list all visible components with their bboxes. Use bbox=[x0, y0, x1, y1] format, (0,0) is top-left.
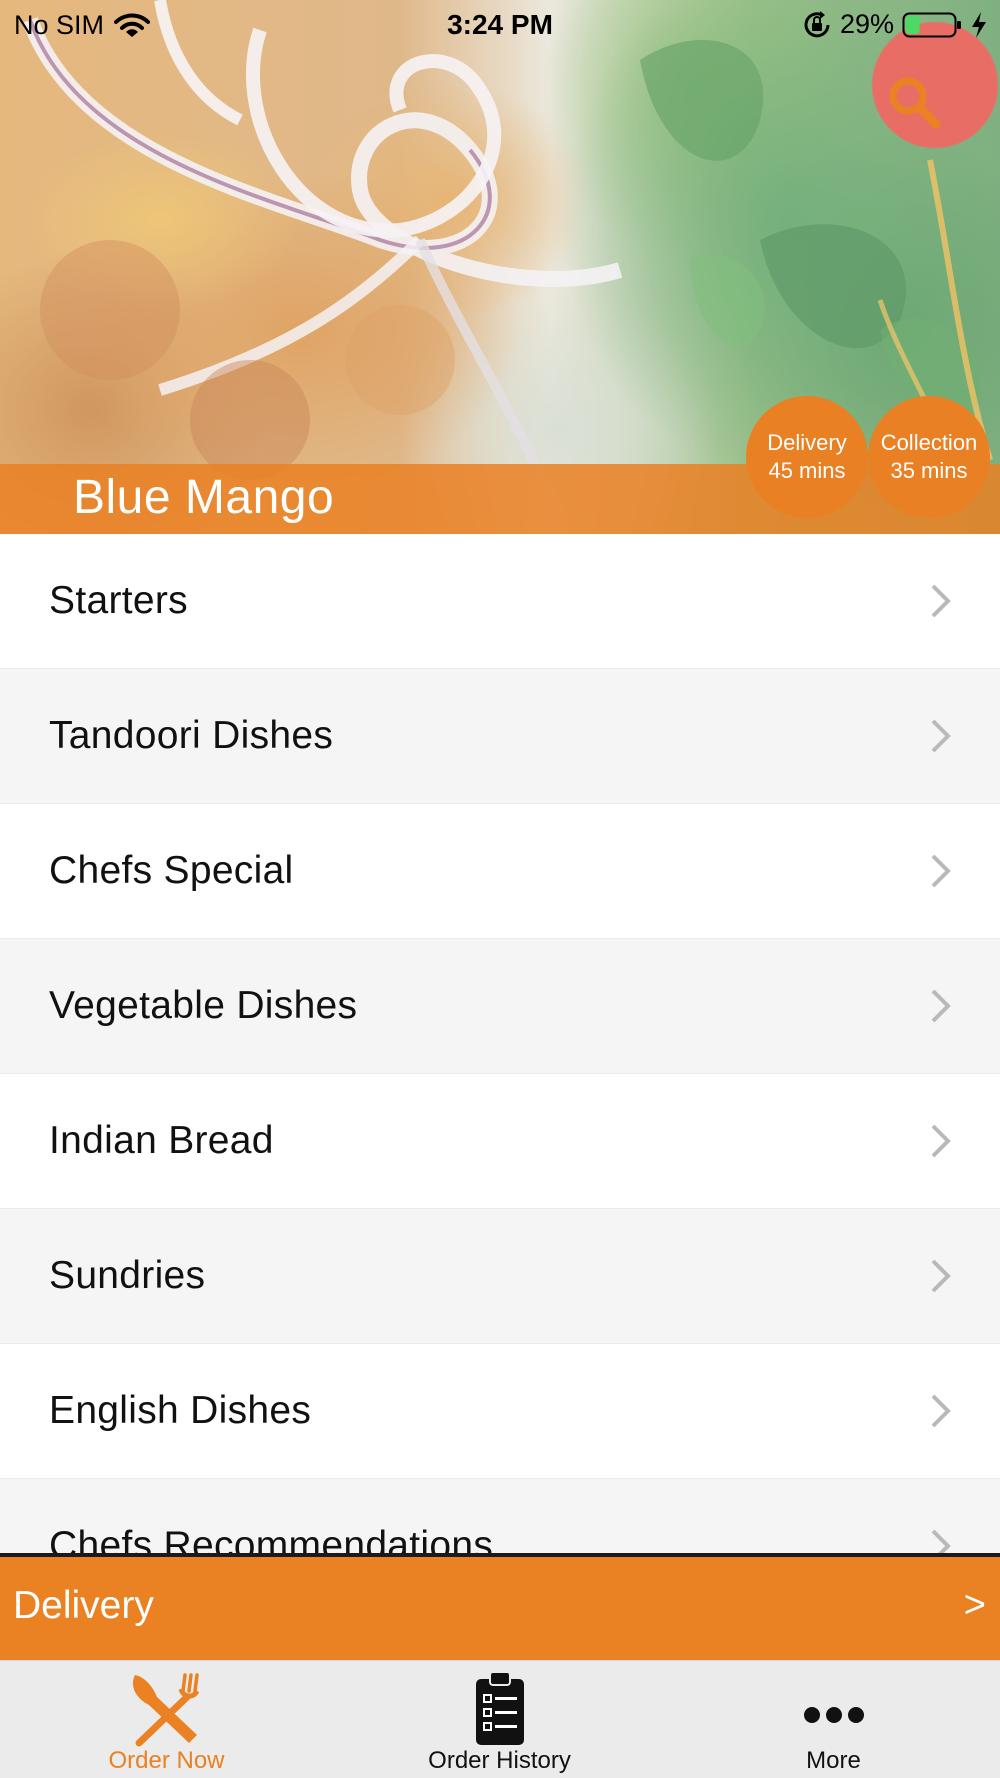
order-mode-label: Delivery bbox=[13, 1584, 154, 1627]
restaurant-name: Blue Mango bbox=[73, 471, 335, 524]
menu-item-label: Chefs Special bbox=[49, 849, 294, 892]
tab-label: Order History bbox=[428, 1747, 571, 1774]
delivery-time: 45 mins bbox=[768, 458, 846, 483]
bolt-icon bbox=[970, 11, 988, 39]
menu-item-label: Indian Bread bbox=[49, 1119, 274, 1162]
lock-rotation-icon bbox=[802, 10, 832, 40]
tab-label: Order Now bbox=[108, 1747, 225, 1774]
menu-item-chefs-recommendations[interactable]: Chefs Recommendations bbox=[0, 1479, 1000, 1553]
collection-time-badge: Collection 35 mins bbox=[868, 396, 990, 518]
tab-more[interactable]: More bbox=[667, 1661, 1000, 1778]
menu-item-vegetable-dishes[interactable]: Vegetable Dishes bbox=[0, 939, 1000, 1074]
menu-item-label: Starters bbox=[49, 579, 188, 622]
search-icon bbox=[889, 77, 941, 129]
delivery-time-badge: Delivery 45 mins bbox=[746, 396, 868, 518]
chevron-right-icon bbox=[931, 1259, 951, 1293]
menu-item-english-dishes[interactable]: English Dishes bbox=[0, 1344, 1000, 1479]
menu-item-indian-bread[interactable]: Indian Bread bbox=[0, 1074, 1000, 1209]
battery-icon bbox=[902, 10, 962, 40]
chevron-right-icon bbox=[931, 1394, 951, 1428]
menu-item-label: Sundries bbox=[49, 1254, 206, 1297]
status-bar: No SIM 3:24 PM 29% bbox=[0, 0, 1000, 50]
chevron-right-icon bbox=[931, 719, 951, 753]
menu-item-starters[interactable]: Starters bbox=[0, 534, 1000, 669]
clipboard-list-icon bbox=[475, 1671, 524, 1745]
menu-item-label: Tandoori Dishes bbox=[49, 714, 334, 757]
tab-bar: Order Now Order History More bbox=[0, 1660, 1000, 1778]
tab-order-history[interactable]: Order History bbox=[333, 1661, 666, 1778]
chevron-right-icon bbox=[931, 854, 951, 888]
chevron-right-icon bbox=[931, 1124, 951, 1158]
chevron-right-icon bbox=[931, 989, 951, 1023]
tab-label: More bbox=[806, 1747, 861, 1774]
order-mode-bar[interactable]: Delivery > bbox=[0, 1557, 1000, 1660]
menu-category-list[interactable]: Starters Tandoori Dishes Chefs Special V… bbox=[0, 534, 1000, 1553]
menu-item-label: English Dishes bbox=[49, 1389, 312, 1432]
collection-label: Collection bbox=[880, 430, 978, 455]
delivery-label: Delivery bbox=[767, 430, 847, 455]
chevron-right-icon bbox=[931, 1529, 951, 1553]
menu-item-label: Chefs Recommendations bbox=[49, 1524, 494, 1553]
order-mode-arrow: > bbox=[963, 1584, 986, 1626]
fork-knife-icon bbox=[132, 1673, 199, 1747]
menu-item-label: Vegetable Dishes bbox=[49, 984, 358, 1027]
menu-item-tandoori-dishes[interactable]: Tandoori Dishes bbox=[0, 669, 1000, 804]
battery-percent: 29% bbox=[839, 9, 894, 39]
chevron-right-icon bbox=[931, 584, 951, 618]
menu-item-sundries[interactable]: Sundries bbox=[0, 1209, 1000, 1344]
hero-banner: No SIM 3:24 PM 29% Blue Mango Delivery 4… bbox=[0, 0, 1000, 534]
menu-item-chefs-special[interactable]: Chefs Special bbox=[0, 804, 1000, 939]
status-right: 29% bbox=[802, 9, 988, 40]
search-button[interactable] bbox=[884, 72, 946, 134]
collection-time: 35 mins bbox=[890, 458, 968, 483]
tab-order-now[interactable]: Order Now bbox=[0, 1661, 333, 1778]
more-dots-icon bbox=[803, 1707, 864, 1723]
